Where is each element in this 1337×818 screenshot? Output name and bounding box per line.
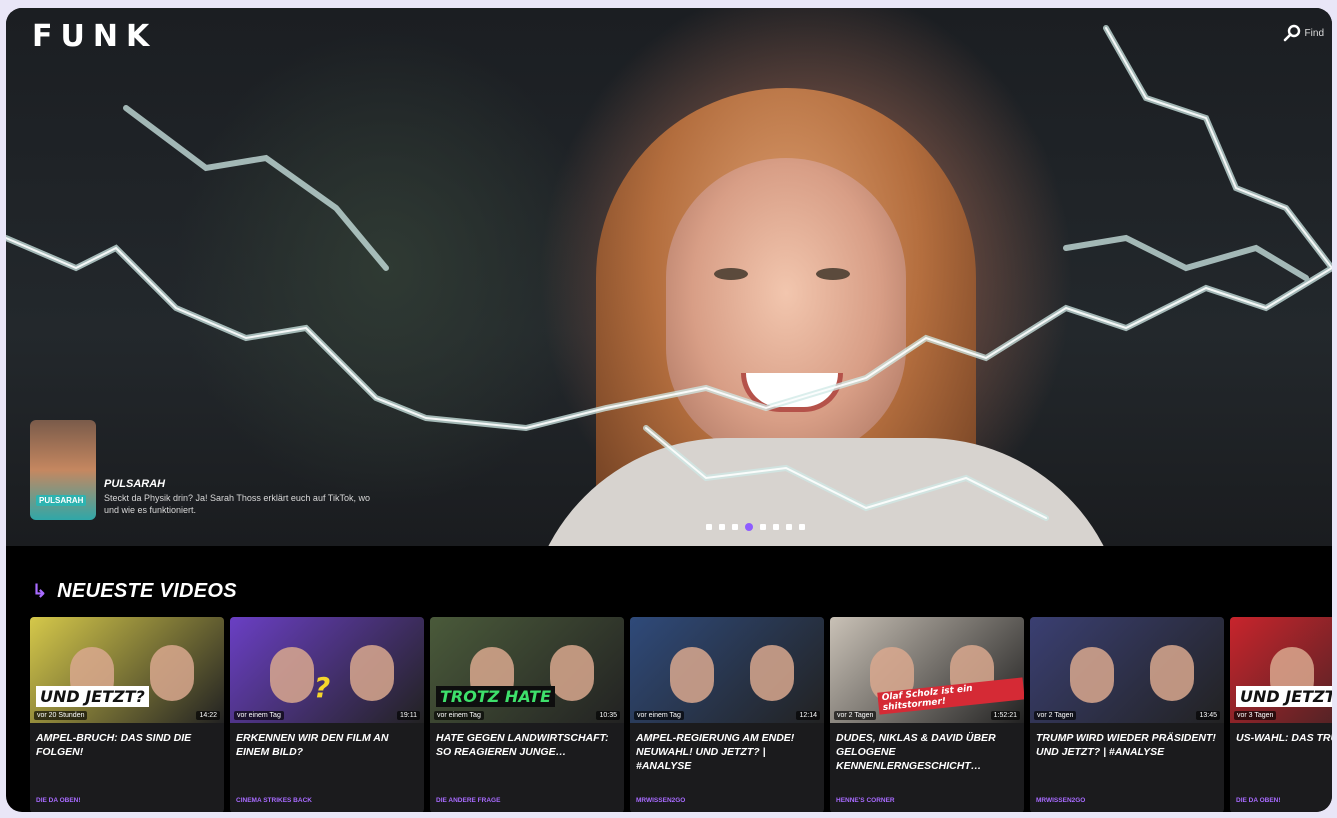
thumbnail-person xyxy=(670,647,714,703)
video-date: vor einem Tag xyxy=(634,711,684,720)
video-title[interactable]: AMPEL-REGIERUNG AM ENDE! NEUWAHL! UND JE… xyxy=(636,731,820,773)
video-thumbnail[interactable]: UND JETZT? vor 3 Tagen xyxy=(1230,617,1332,723)
video-card[interactable]: vor einem Tag 12:14 AMPEL-REGIERUNG AM END… xyxy=(630,617,824,812)
carousel-dot[interactable] xyxy=(773,524,779,530)
carousel-dot[interactable] xyxy=(732,524,738,530)
logo-letter: N xyxy=(92,19,120,54)
thumbnail-person xyxy=(1070,647,1114,703)
search-icon xyxy=(1283,24,1301,42)
thumbnail-person xyxy=(1150,645,1194,701)
thumbnail-caption: UND JETZT? xyxy=(36,686,149,707)
promo-text: PULSARAH Steckt da Physik drin? Ja! Sara… xyxy=(104,478,384,520)
thumbnail-person xyxy=(270,647,314,703)
video-date: vor 2 Tagen xyxy=(834,711,877,720)
video-card[interactable]: Olaf Scholz ist ein shitstormer! vor 2 Ta… xyxy=(830,617,1024,812)
video-duration: 13:45 xyxy=(1196,711,1220,720)
video-date: vor 3 Tagen xyxy=(1234,711,1277,720)
carousel-dot[interactable] xyxy=(745,523,753,531)
video-title[interactable]: AMPEL-BRUCH: DAS SIND DIE FOLGEN! xyxy=(36,731,220,759)
video-card[interactable]: UND JETZT? vor 20 Stunden 14:22 AMPEL-BRUCH… xyxy=(30,617,224,812)
promo-badge: PULSARAH xyxy=(36,495,87,506)
video-title[interactable]: ERKENNEN WIR DEN FILM AN EINEM BILD? xyxy=(236,731,420,759)
video-channel[interactable]: DIE ANDERE FRAGE xyxy=(436,797,500,804)
video-thumbnail[interactable]: vor 2 Tagen 13:45 xyxy=(1030,617,1224,723)
app-window: F U N K Find PULSARAH PULSARAH Steckt da… xyxy=(6,8,1332,812)
video-thumbnail[interactable]: UND JETZT? vor 20 Stunden 14:22 xyxy=(30,617,224,723)
video-channel[interactable]: CINEMA STRIKES BACK xyxy=(236,797,312,804)
thumbnail-person xyxy=(750,645,794,701)
video-title[interactable]: DUDES, NIKLAS & DAVID ÜBER GELOGENE KENN… xyxy=(836,731,1020,773)
thumbnail-caption: ? xyxy=(314,671,331,704)
video-date: vor einem Tag xyxy=(234,711,284,720)
carousel-dot[interactable] xyxy=(719,524,725,530)
logo-letter: K xyxy=(125,19,152,54)
carousel-dots xyxy=(706,523,805,531)
video-channel[interactable]: DIE DA OBEN! xyxy=(36,797,81,804)
thumbnail-caption: UND JETZT? xyxy=(1236,686,1332,707)
carousel-dot[interactable] xyxy=(706,524,712,530)
thumbnail-caption: TROTZ HATE xyxy=(436,686,556,707)
promo-thumbnail[interactable]: PULSARAH xyxy=(30,420,96,520)
thumbnail-person xyxy=(150,645,194,701)
video-title[interactable]: US-WAHL: DAS TRUMPS SIEG I… xyxy=(1236,731,1332,745)
video-card[interactable]: TROTZ HATE vor einem Tag 10:35 HATE GEGEN L… xyxy=(430,617,624,812)
search-label: Find xyxy=(1304,27,1324,39)
thumbnail-person xyxy=(350,645,394,701)
video-card[interactable]: vor 2 Tagen 13:45 TRUMP WIRD WIEDER PRÄSID… xyxy=(1030,617,1224,812)
video-date: vor 2 Tagen xyxy=(1034,711,1077,720)
hero-banner[interactable]: F U N K Find PULSARAH PULSARAH Steckt da… xyxy=(6,8,1332,546)
logo-letter: F xyxy=(32,19,55,54)
video-channel[interactable]: MRWISSEN2GO xyxy=(636,797,685,804)
section-title: NEUESTE VIDEOS xyxy=(57,580,237,602)
promo-title: PULSARAH xyxy=(104,478,166,490)
funk-logo[interactable]: F U N K xyxy=(32,22,151,52)
video-duration: 19:11 xyxy=(397,711,420,720)
video-duration: 10:35 xyxy=(596,711,620,720)
video-card[interactable]: UND JETZT? vor 3 Tagen US-WAHL: DAS TRUMPS… xyxy=(1230,617,1332,812)
section-header: ↳ NEUESTE VIDEOS xyxy=(32,580,237,603)
video-channel[interactable]: HENNE'S CORNER xyxy=(836,797,895,804)
logo-letter: U xyxy=(60,19,87,54)
thumbnail-person xyxy=(550,645,594,701)
video-duration: 14:22 xyxy=(196,711,220,720)
video-date: vor 20 Stunden xyxy=(34,711,88,720)
video-channel[interactable]: DIE DA OBEN! xyxy=(1236,797,1281,804)
promo-description: Steckt da Physik drin? Ja! Sarah Thoss e… xyxy=(104,493,370,515)
carousel-dot[interactable] xyxy=(760,524,766,530)
video-card[interactable]: ? vor einem Tag 19:11 ERKENNEN WIR DEN FILM… xyxy=(230,617,424,812)
video-duration: 1:52:21 xyxy=(990,711,1020,720)
carousel-dot[interactable] xyxy=(799,524,805,530)
search-button[interactable]: Find xyxy=(1283,24,1324,42)
video-thumbnail[interactable]: TROTZ HATE vor einem Tag 10:35 xyxy=(430,617,624,723)
carousel-dot[interactable] xyxy=(786,524,792,530)
video-thumbnail[interactable]: ? vor einem Tag 19:11 xyxy=(230,617,424,723)
video-duration: 12:14 xyxy=(796,711,820,720)
video-title[interactable]: HATE GEGEN LANDWIRTSCHAFT: SO REAGIEREN … xyxy=(436,731,620,759)
video-thumbnail[interactable]: vor einem Tag 12:14 xyxy=(630,617,824,723)
arrow-icon: ↳ xyxy=(32,581,48,601)
video-channel[interactable]: MRWISSEN2GO xyxy=(1036,797,1085,804)
video-title[interactable]: TRUMP WIRD WIEDER PRÄSIDENT! UND JETZT? … xyxy=(1036,731,1220,759)
video-date: vor einem Tag xyxy=(434,711,484,720)
hero-promo[interactable]: PULSARAH PULSARAH Steckt da Physik drin?… xyxy=(30,420,384,520)
video-thumbnail[interactable]: Olaf Scholz ist ein shitstormer! vor 2 Ta… xyxy=(830,617,1024,723)
